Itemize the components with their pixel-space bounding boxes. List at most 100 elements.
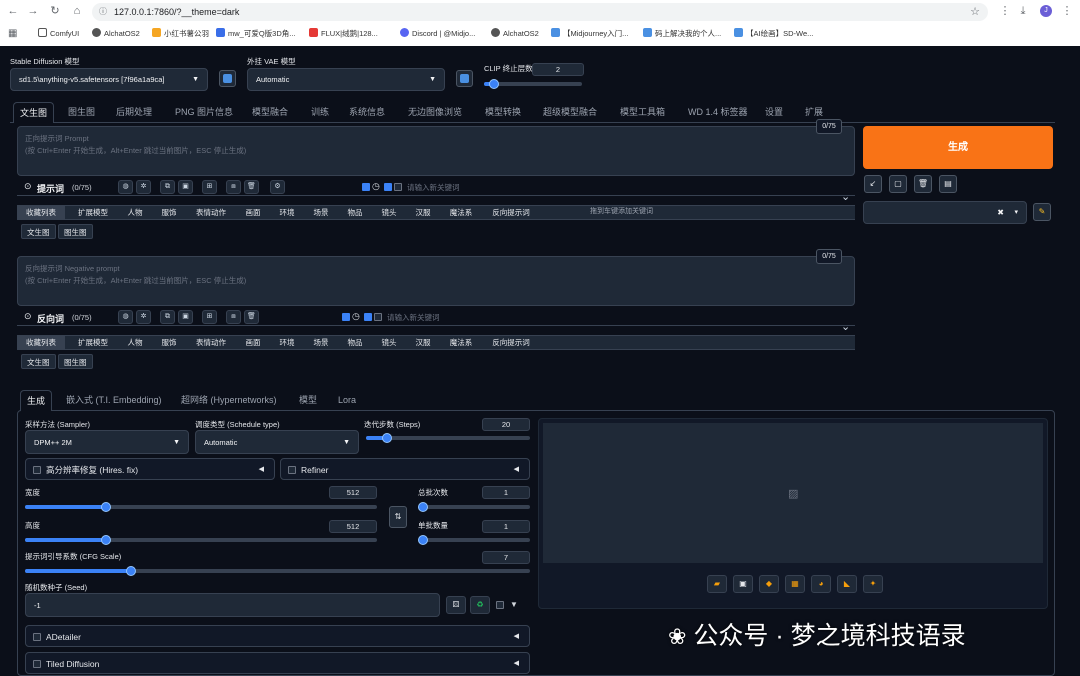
trash-icon[interactable]: 🗑 (914, 175, 932, 193)
tiled-diffusion-accordion[interactable]: Tiled Diffusion ◀ (25, 652, 530, 674)
refiner-checkbox[interactable] (288, 466, 296, 474)
clear-icon[interactable]: ✖ (997, 202, 1004, 224)
tab-checkpoint-merger[interactable]: 模型融合 (252, 102, 288, 122)
trash-icon[interactable]: 🗑 (244, 310, 259, 324)
toggle-checkbox[interactable] (362, 183, 370, 191)
refiner-accordion[interactable]: Refiner ◀ (280, 458, 530, 480)
tab-train[interactable]: 训练 (311, 102, 329, 122)
tab-image-browser[interactable]: 无边图像浏览 (408, 102, 462, 122)
batch-size-slider[interactable] (418, 535, 530, 545)
zip-icon[interactable]: ◆ (759, 575, 779, 593)
cfg-slider[interactable] (25, 566, 530, 576)
star-icon[interactable]: ☆ (970, 3, 980, 21)
save-icon[interactable]: ▣ (733, 575, 753, 593)
category-tab[interactable]: 场景 (306, 335, 336, 350)
category-tab[interactable]: 反向提示词 (484, 205, 538, 220)
subtab-txt2img[interactable]: 文生图 (21, 224, 56, 239)
copy-icon[interactable]: ⧉ (160, 310, 175, 324)
slider-knob[interactable] (488, 79, 499, 89)
keyword-input[interactable]: 请输入新关键词 (387, 312, 440, 323)
slider-knob[interactable] (418, 535, 428, 545)
toggle-checkbox[interactable] (394, 183, 402, 191)
refresh-vae-button[interactable] (456, 70, 473, 87)
adetailer-accordion[interactable]: ADetailer ◀ (25, 625, 530, 647)
params-tab-generation[interactable]: 生成 (20, 390, 53, 411)
category-tab[interactable]: 人物 (120, 335, 150, 350)
params-tab-lora[interactable]: Lora (338, 390, 356, 410)
category-tab[interactable]: 汉服 (408, 335, 438, 350)
category-tab[interactable]: 物品 (340, 205, 370, 220)
bookmark-item[interactable]: FLUX|绒鹅|128... (309, 24, 378, 44)
vae-dropdown[interactable]: Automatic ▼ (247, 68, 445, 91)
toggle-checkbox[interactable] (342, 313, 350, 321)
sparkle-icon[interactable]: ✦ (863, 575, 883, 593)
seed-input[interactable]: -1 (25, 593, 440, 617)
category-tab[interactable]: 环境 (272, 205, 302, 220)
height-input[interactable]: 512 (329, 520, 377, 533)
category-tab[interactable]: 画面 (238, 335, 268, 350)
download-icon[interactable]: ⤓ (1016, 4, 1030, 18)
forward-icon[interactable]: → (26, 4, 40, 18)
subtab-txt2img[interactable]: 文生图 (21, 354, 56, 369)
tab-supermerger[interactable]: 超级模型融合 (543, 102, 597, 122)
extensions-icon[interactable]: ⋮ (998, 4, 1012, 18)
tab-settings[interactable]: 设置 (765, 102, 783, 122)
collapse-icon[interactable]: ⊙ (24, 181, 32, 192)
paste-icon[interactable]: ▣ (178, 310, 193, 324)
bookmark-item[interactable]: Discord | @Midjo... (400, 24, 475, 44)
site-info-icon[interactable]: ⓘ (99, 3, 107, 21)
collapse-triangle-icon[interactable]: ◀ (514, 653, 519, 675)
hires-fix-checkbox[interactable] (33, 466, 41, 474)
bookmark-item[interactable]: AlchatOS2 (491, 24, 539, 44)
category-tab[interactable]: 镜头 (374, 205, 404, 220)
category-tab[interactable]: 魔法系 (442, 335, 480, 350)
category-tab[interactable]: 扩展模型 (71, 335, 115, 350)
subtab-img2img[interactable]: 图生图 (58, 354, 93, 369)
hires-fix-accordion[interactable]: 高分辨率修复 (Hires. fix) ◀ (25, 458, 275, 480)
toggle-checkbox[interactable] (384, 183, 392, 191)
category-tab[interactable]: 收藏列表 (17, 205, 65, 220)
category-tab[interactable]: 物品 (340, 335, 370, 350)
address-bar[interactable]: ⓘ 127.0.0.1:7860/?__theme=dark ☆ (92, 3, 988, 21)
recycle-icon[interactable]: ♻ (470, 596, 490, 614)
clip-slider[interactable] (484, 79, 582, 89)
expand-circle-icon[interactable]: ⌄ (841, 190, 850, 203)
paste-icon[interactable]: ▣ (178, 180, 193, 194)
params-tab-embedding[interactable]: 嵌入式 (T.I. Embedding) (66, 390, 162, 410)
cfg-input[interactable]: 7 (482, 551, 530, 564)
folder-icon[interactable]: ▰ (707, 575, 727, 593)
send-to-extras-icon[interactable]: ◣ (837, 575, 857, 593)
globe-icon[interactable]: ◍ (118, 310, 133, 324)
menu-icon[interactable]: ⋮ (1060, 4, 1074, 18)
slider-knob[interactable] (126, 566, 137, 576)
slider-knob[interactable] (418, 502, 428, 512)
reload-icon[interactable]: ↻ (48, 4, 62, 18)
home-icon[interactable]: ⌂ (70, 4, 84, 18)
triangle-down-icon[interactable]: ▼ (510, 600, 518, 609)
history-icon[interactable]: ⊞ (202, 180, 217, 194)
apps-grid-icon[interactable]: ▦ (8, 24, 17, 44)
batch-count-input[interactable]: 1 (482, 486, 530, 499)
send-to-inpaint-icon[interactable]: ◕ (811, 575, 831, 593)
bookmark-item[interactable]: 【AI绘画】SD-We... (734, 24, 813, 44)
width-input[interactable]: 512 (329, 486, 377, 499)
paste-styles-icon[interactable]: ▢ (889, 175, 907, 193)
tab-model-convert[interactable]: 模型转换 (485, 102, 521, 122)
bookmark-item[interactable]: AlchatOS2 (92, 24, 140, 44)
duplicate-icon[interactable]: ⧈ (226, 180, 241, 194)
bookmark-item[interactable]: ComfyUI (38, 24, 79, 44)
steps-input[interactable]: 20 (482, 418, 530, 431)
category-tab[interactable]: 环境 (272, 335, 302, 350)
back-icon[interactable]: ← (6, 4, 20, 18)
category-tab[interactable]: 汉服 (408, 205, 438, 220)
duplicate-icon[interactable]: ⧈ (226, 310, 241, 324)
extra-seed-checkbox[interactable] (496, 601, 504, 609)
params-tab-hypernetworks[interactable]: 超网络 (Hypernetworks) (181, 390, 277, 410)
prompt-textarea[interactable]: 正向提示词 Prompt (按 Ctrl+Enter 开始生成，Alt+Ente… (17, 126, 855, 176)
settings-icon[interactable]: ✲ (136, 180, 151, 194)
tab-png-info[interactable]: PNG 图片信息 (175, 102, 233, 122)
edit-styles-icon[interactable]: ✎ (1033, 203, 1051, 221)
tab-system-info[interactable]: 系统信息 (349, 102, 385, 122)
bookmark-item[interactable]: 码上解决我的个人... (643, 24, 721, 44)
batch-size-input[interactable]: 1 (482, 520, 530, 533)
